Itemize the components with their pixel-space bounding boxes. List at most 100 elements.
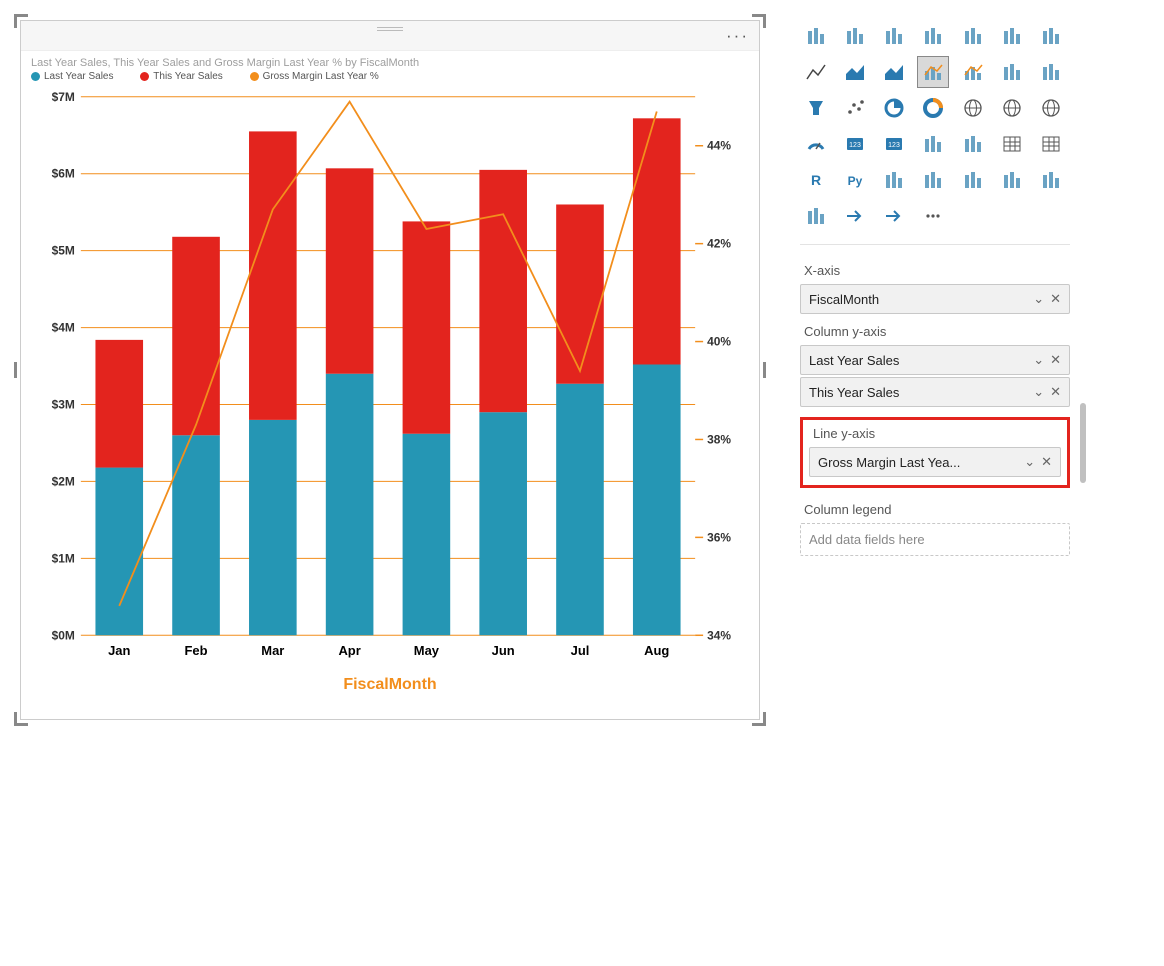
- scrollbar-thumb[interactable]: [1080, 403, 1086, 483]
- viz-table-icon[interactable]: [996, 128, 1028, 160]
- bar-this-year[interactable]: [479, 170, 527, 412]
- viz-key-influencers-icon[interactable]: [878, 164, 910, 196]
- svg-text:$6M: $6M: [52, 167, 75, 181]
- bar-last-year[interactable]: [479, 412, 527, 635]
- viz-stacked-area-icon[interactable]: [878, 56, 910, 88]
- bar-last-year[interactable]: [326, 374, 374, 636]
- remove-field-icon[interactable]: ✕: [1041, 454, 1052, 470]
- chevron-down-icon[interactable]: ⌄: [1033, 384, 1044, 400]
- field-label: This Year Sales: [809, 385, 899, 400]
- viz-clustered-bar-icon[interactable]: [878, 20, 910, 52]
- bar-last-year[interactable]: [403, 434, 451, 636]
- viz-ribbon-icon[interactable]: [996, 56, 1028, 88]
- line-y-axis-label: Line y-axis: [809, 426, 1061, 441]
- field-label: FiscalMonth: [809, 292, 879, 307]
- bar-last-year[interactable]: [249, 420, 297, 635]
- chevron-down-icon[interactable]: ⌄: [1033, 352, 1044, 368]
- more-options-icon[interactable]: ···: [726, 26, 749, 46]
- chevron-down-icon[interactable]: ⌄: [1033, 291, 1044, 307]
- bar-last-year[interactable]: [556, 384, 604, 636]
- svg-text:Jan: Jan: [108, 643, 130, 658]
- bar-this-year[interactable]: [249, 131, 297, 419]
- svg-text:Py: Py: [848, 174, 863, 188]
- viz-stacked-column-icon[interactable]: [839, 20, 871, 52]
- line-y-axis-highlight: Line y-axis Gross Margin Last Yea... ⌄ ✕: [800, 417, 1070, 488]
- viz-line-stacked-column-icon[interactable]: [917, 56, 949, 88]
- field-well-fiscalmonth[interactable]: FiscalMonth ⌄ ✕: [800, 284, 1070, 314]
- viz-matrix-icon[interactable]: [1035, 128, 1067, 160]
- viz-python-visual-icon[interactable]: Py: [839, 164, 871, 196]
- chart-visual[interactable]: ··· Last Year Sales, This Year Sales and…: [20, 20, 760, 720]
- chevron-down-icon[interactable]: ⌄: [1024, 454, 1035, 470]
- viz-stacked-bar-icon[interactable]: [800, 20, 832, 52]
- svg-text:May: May: [414, 643, 440, 658]
- viz-line-icon[interactable]: [800, 56, 832, 88]
- svg-text:Aug: Aug: [644, 643, 669, 658]
- viz-slicer-icon[interactable]: [957, 128, 989, 160]
- plot-area[interactable]: $0M$1M$2M$3M$4M$5M$6M$7M34%36%38%40%42%4…: [31, 88, 749, 668]
- svg-text:Jun: Jun: [492, 643, 515, 658]
- viz-gauge-icon[interactable]: [800, 128, 832, 160]
- viz-map-icon[interactable]: [996, 92, 1028, 124]
- svg-text:Apr: Apr: [338, 643, 360, 658]
- x-axis-title: FiscalMonth: [21, 668, 759, 694]
- viz-pie-icon[interactable]: [878, 92, 910, 124]
- viz-donut-icon[interactable]: [917, 92, 949, 124]
- viz-multi-row-card-icon[interactable]: 123: [878, 128, 910, 160]
- remove-field-icon[interactable]: ✕: [1050, 291, 1061, 307]
- svg-text:40%: 40%: [707, 335, 731, 349]
- field-well-last-year-sales[interactable]: Last Year Sales ⌄ ✕: [800, 345, 1070, 375]
- viz-hundred-bar-icon[interactable]: [1035, 20, 1067, 52]
- svg-text:Feb: Feb: [185, 643, 208, 658]
- svg-text:$2M: $2M: [52, 474, 75, 488]
- svg-text:$3M: $3M: [52, 397, 75, 411]
- field-well-gross-margin[interactable]: Gross Margin Last Yea... ⌄ ✕: [809, 447, 1061, 477]
- bar-this-year[interactable]: [403, 221, 451, 433]
- viz-clustered-column-icon[interactable]: [917, 20, 949, 52]
- svg-text:$1M: $1M: [52, 551, 75, 565]
- bar-this-year[interactable]: [95, 340, 143, 468]
- bar-last-year[interactable]: [633, 364, 681, 635]
- bar-this-year[interactable]: [172, 237, 220, 435]
- viz-filled-map-icon[interactable]: [1035, 92, 1067, 124]
- chart-title: Last Year Sales, This Year Sales and Gro…: [21, 51, 759, 71]
- bar-this-year[interactable]: [556, 204, 604, 383]
- visualization-picker[interactable]: 123 123 R Py: [800, 20, 1070, 245]
- bar-last-year[interactable]: [95, 468, 143, 636]
- viz-funnel-icon[interactable]: [800, 92, 832, 124]
- viz-narrative-icon[interactable]: [996, 164, 1028, 196]
- drag-handle-icon[interactable]: [377, 27, 403, 31]
- viz-100-stacked-column-icon[interactable]: [996, 20, 1028, 52]
- field-well-this-year-sales[interactable]: This Year Sales ⌄ ✕: [800, 377, 1070, 407]
- viz-decomposition-icon[interactable]: [917, 164, 949, 196]
- remove-field-icon[interactable]: ✕: [1050, 352, 1061, 368]
- svg-text:123: 123: [849, 142, 861, 149]
- viz-get-more-icon[interactable]: [878, 200, 910, 232]
- viz-paginated-icon[interactable]: [1035, 164, 1067, 196]
- svg-text:42%: 42%: [707, 237, 731, 251]
- remove-field-icon[interactable]: ✕: [1050, 384, 1061, 400]
- svg-text:38%: 38%: [707, 432, 731, 446]
- svg-text:$5M: $5M: [52, 244, 75, 258]
- viz-powerautomate-icon[interactable]: [839, 200, 871, 232]
- svg-text:36%: 36%: [707, 530, 731, 544]
- viz-card-icon[interactable]: 123: [839, 128, 871, 160]
- viz-kpi-icon[interactable]: [917, 128, 949, 160]
- bar-this-year[interactable]: [326, 168, 374, 373]
- viz-treemap-icon[interactable]: [957, 92, 989, 124]
- viz-dots-icon[interactable]: [917, 200, 949, 232]
- viz-area-icon[interactable]: [839, 56, 871, 88]
- x-axis-label: X-axis: [800, 263, 1070, 278]
- viz-powerapps-icon[interactable]: [800, 200, 832, 232]
- svg-text:$0M: $0M: [52, 628, 75, 642]
- empty-field-well[interactable]: Add data fields here: [800, 523, 1070, 556]
- viz-r-visual-icon[interactable]: R: [800, 164, 832, 196]
- bar-this-year[interactable]: [633, 118, 681, 364]
- svg-text:123: 123: [888, 142, 900, 149]
- viz-qna-icon[interactable]: [957, 164, 989, 196]
- viz-line-clustered-column-icon[interactable]: [957, 56, 989, 88]
- svg-text:Jul: Jul: [571, 643, 590, 658]
- viz-scatter-icon[interactable]: [839, 92, 871, 124]
- viz-waterfall-icon[interactable]: [1035, 56, 1067, 88]
- viz-100-stacked-bar-icon[interactable]: [957, 20, 989, 52]
